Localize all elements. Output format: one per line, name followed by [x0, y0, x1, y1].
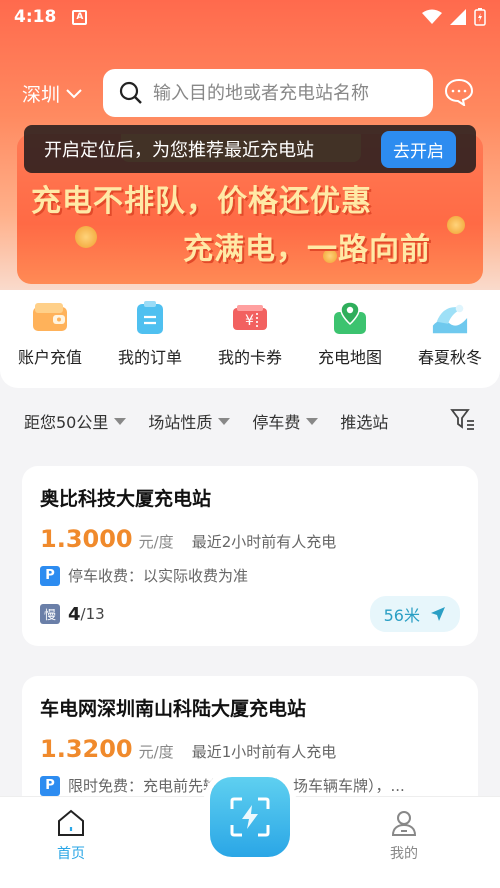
search-input[interactable]	[153, 82, 413, 104]
quick-action-seasons[interactable]: 春夏秋冬	[404, 300, 496, 368]
quick-action-recharge[interactable]: 账户充值	[4, 300, 96, 368]
signal-icon	[450, 9, 466, 25]
station-price: 1.3000	[40, 525, 133, 553]
wifi-icon	[422, 9, 442, 24]
charger-availability: 慢 4 /13 56米	[40, 596, 460, 632]
navigate-button[interactable]: 56米	[369, 596, 460, 632]
caret-down-icon	[114, 417, 127, 425]
filter-label: 场站性质	[148, 413, 213, 432]
user-icon	[391, 811, 417, 836]
quick-action-label: 我的订单	[117, 348, 182, 367]
recent-charge: 最近2小时前有人充电	[191, 533, 337, 551]
home-icon	[58, 809, 84, 836]
slow-charger-badge: 慢	[40, 604, 60, 624]
price-row: 1.3200 元/度 最近1小时前有人充电	[40, 735, 460, 763]
coin-decoration	[447, 216, 465, 234]
city-label: 深圳	[22, 84, 61, 106]
season-icon	[431, 300, 469, 336]
scan-charge-button[interactable]	[210, 777, 290, 857]
filter-distance[interactable]: 距您50公里	[24, 409, 127, 433]
banner-subheadline: 充满电，一路向前	[183, 232, 431, 267]
filter-bar: 距您50公里 场站性质 停车费 推选站	[0, 402, 500, 440]
parking-icon: P	[40, 775, 60, 796]
navigation-arrow-icon	[431, 607, 445, 621]
parking-info: P 停车收费：以实际收费为准	[40, 565, 460, 586]
price-unit: 元/度	[138, 743, 174, 761]
caret-down-icon	[218, 417, 231, 425]
status-icons	[422, 8, 486, 26]
nav-mine-label: 我的	[390, 846, 418, 862]
top-bar: 深圳	[0, 66, 500, 118]
slow-total: /13	[80, 605, 105, 623]
station-name: 奥比科技大厦充电站	[40, 488, 212, 510]
filter-label: 推选站	[340, 413, 389, 432]
quick-action-map[interactable]: 充电地图	[304, 300, 396, 368]
quick-actions: 账户充值 我的订单 ¥ 我的卡券 充电地图 春夏秋冬	[0, 290, 500, 388]
enable-location-button[interactable]: 去开启	[381, 130, 456, 168]
recent-charge: 最近1小时前有人充电	[191, 743, 337, 761]
station-card[interactable]: 奥比科技大厦充电站 1.3000 元/度 最近2小时前有人充电 P 停车收费：以…	[22, 466, 478, 646]
filter-label: 停车费	[252, 413, 301, 432]
price-unit: 元/度	[138, 533, 174, 551]
filter-funnel-icon	[450, 409, 474, 430]
wallet-icon	[31, 300, 69, 336]
status-bar: 4:18 A	[0, 0, 500, 34]
quick-action-label: 账户充值	[17, 348, 82, 367]
distance-text: 56米	[383, 606, 420, 625]
map-icon	[331, 300, 369, 336]
coin-decoration	[75, 226, 97, 248]
chat-bubble-icon	[444, 78, 474, 108]
slow-available: 4	[68, 603, 81, 625]
station-price: 1.3200	[40, 735, 133, 763]
order-icon	[131, 300, 169, 336]
coupon-icon: ¥	[231, 300, 269, 336]
app-notification-icon: A	[72, 9, 88, 25]
search-icon	[119, 81, 142, 104]
parking-icon: P	[40, 565, 60, 586]
city-selector[interactable]: 深圳	[22, 80, 82, 107]
banner-headline: 充电不排队，价格还优惠	[31, 184, 372, 219]
quick-action-orders[interactable]: 我的订单	[104, 300, 196, 368]
filter-station-type[interactable]: 场站性质	[148, 409, 231, 433]
battery-icon	[474, 8, 486, 26]
search-box[interactable]	[103, 69, 433, 117]
quick-action-coupons[interactable]: ¥ 我的卡券	[204, 300, 296, 368]
filter-parking-fee[interactable]: 停车费	[252, 409, 319, 433]
status-time: 4:18	[14, 7, 57, 27]
location-toast: 开启定位后，为您推荐最近充电站 去开启	[24, 125, 476, 173]
price-row: 1.3000 元/度 最近2小时前有人充电	[40, 525, 460, 553]
station-name: 车电网深圳南山科陆大厦充电站	[40, 698, 307, 720]
caret-down-icon	[306, 417, 319, 425]
nav-home-label: 首页	[57, 846, 85, 862]
svg-text:¥: ¥	[245, 313, 254, 329]
scan-bolt-icon	[230, 797, 270, 837]
advanced-filter-button[interactable]	[450, 407, 476, 435]
filter-label: 距您50公里	[24, 413, 109, 432]
toast-message: 开启定位后，为您推荐最近充电站	[44, 140, 314, 161]
nav-home[interactable]: 首页	[56, 809, 86, 863]
filter-recommended[interactable]: 推选站	[340, 409, 388, 433]
chevron-down-icon	[66, 88, 82, 98]
quick-action-label: 我的卡券	[217, 348, 282, 367]
nav-mine[interactable]: 我的	[390, 809, 418, 863]
parking-text: 停车收费：以实际收费为准	[68, 567, 249, 585]
quick-action-label: 充电地图	[317, 348, 382, 367]
message-button[interactable]	[444, 78, 474, 110]
quick-action-label: 春夏秋冬	[417, 348, 482, 367]
